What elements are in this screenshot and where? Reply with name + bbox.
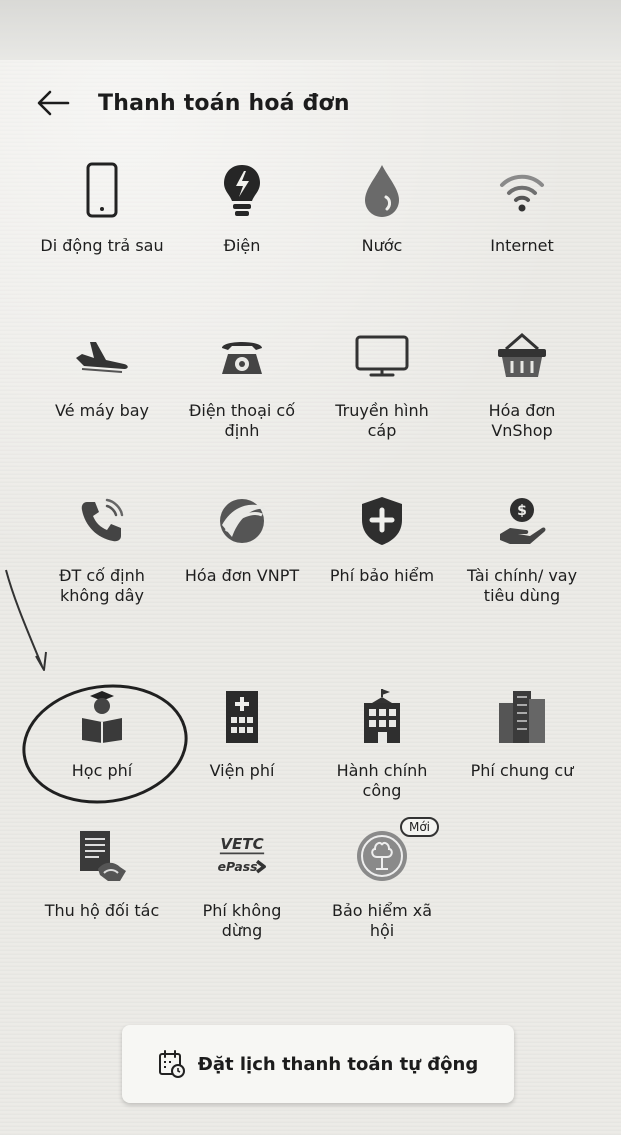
calendar-clock-icon (158, 1049, 186, 1079)
annotation-arrow-icon (5, 569, 47, 671)
schedule-button-label: Đặt lịch thanh toán tự động (197, 1053, 479, 1075)
schedule-auto-payment-button[interactable]: Đặt lịch thanh toán tự động (122, 1025, 514, 1103)
